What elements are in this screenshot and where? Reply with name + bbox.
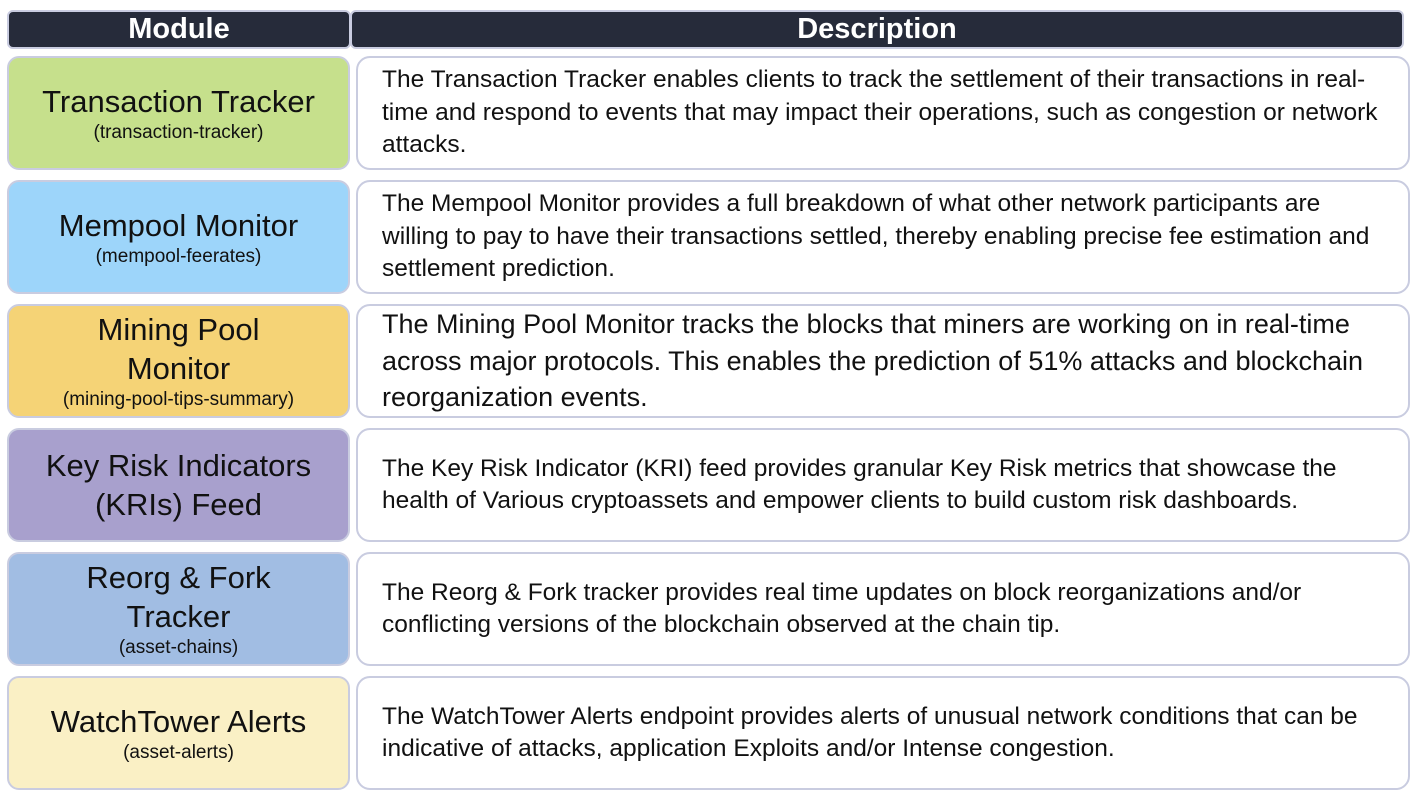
module-title: Mempool Monitor [58, 207, 299, 243]
module-endpoint: (asset-chains) [118, 637, 239, 658]
module-cell-watchtower-alerts: WatchTower Alerts (asset-alerts) [7, 676, 350, 790]
description-cell-watchtower-alerts: The WatchTower Alerts endpoint provides … [356, 676, 1410, 790]
module-description: The WatchTower Alerts endpoint provides … [382, 702, 1358, 763]
table-row-reorg-fork-tracker: Reorg & Fork Tracker (asset-chains) The … [7, 552, 1411, 666]
description-cell-mining-pool-monitor: The Mining Pool Monitor tracks the block… [356, 304, 1410, 418]
module-title: Key Risk Indicators (KRIs) Feed [45, 448, 312, 522]
description-column-header: Description [350, 10, 1404, 49]
module-description: The Transaction Tracker enables clients … [382, 66, 1378, 159]
module-cell-mempool-monitor: Mempool Monitor (mempool-feerates) [7, 180, 350, 294]
module-description: The Key Risk Indicator (KRI) feed provid… [382, 454, 1337, 515]
module-description: The Mempool Monitor provides a full brea… [382, 190, 1370, 283]
module-title: WatchTower Alerts [50, 703, 307, 739]
module-description: The Mining Pool Monitor tracks the block… [382, 309, 1364, 413]
module-endpoint: (asset-alerts) [123, 741, 234, 763]
module-title: Reorg & Fork Tracker [86, 560, 271, 634]
module-endpoint: (mining-pool-tips-summary) [62, 389, 295, 410]
table-row-transaction-tracker: Transaction Tracker (transaction-tracker… [7, 56, 1411, 170]
module-endpoint: (mempool-feerates) [95, 245, 262, 267]
module-description: The Reorg & Fork tracker provides real t… [382, 578, 1302, 639]
module-endpoint: (transaction-tracker) [93, 121, 264, 143]
description-cell-transaction-tracker: The Transaction Tracker enables clients … [356, 56, 1410, 170]
module-title: Transaction Tracker [42, 83, 315, 119]
table-row-kri-feed: Key Risk Indicators (KRIs) Feed The Key … [7, 428, 1411, 542]
table-row-mempool-monitor: Mempool Monitor (mempool-feerates) The M… [7, 180, 1411, 294]
description-cell-reorg-fork-tracker: The Reorg & Fork tracker provides real t… [356, 552, 1410, 666]
module-cell-transaction-tracker: Transaction Tracker (transaction-tracker… [7, 56, 350, 170]
module-cell-reorg-fork-tracker: Reorg & Fork Tracker (asset-chains) [7, 552, 350, 666]
module-cell-mining-pool-monitor: Mining Pool Monitor (mining-pool-tips-su… [7, 304, 350, 418]
description-cell-kri-feed: The Key Risk Indicator (KRI) feed provid… [356, 428, 1410, 542]
table-row-mining-pool-monitor: Mining Pool Monitor (mining-pool-tips-su… [7, 304, 1411, 418]
description-cell-mempool-monitor: The Mempool Monitor provides a full brea… [356, 180, 1410, 294]
module-column-header: Module [7, 10, 351, 49]
module-title: Mining Pool Monitor [97, 312, 260, 386]
module-cell-kri-feed: Key Risk Indicators (KRIs) Feed [7, 428, 350, 542]
table-row-watchtower-alerts: WatchTower Alerts (asset-alerts) The Wat… [7, 676, 1411, 790]
